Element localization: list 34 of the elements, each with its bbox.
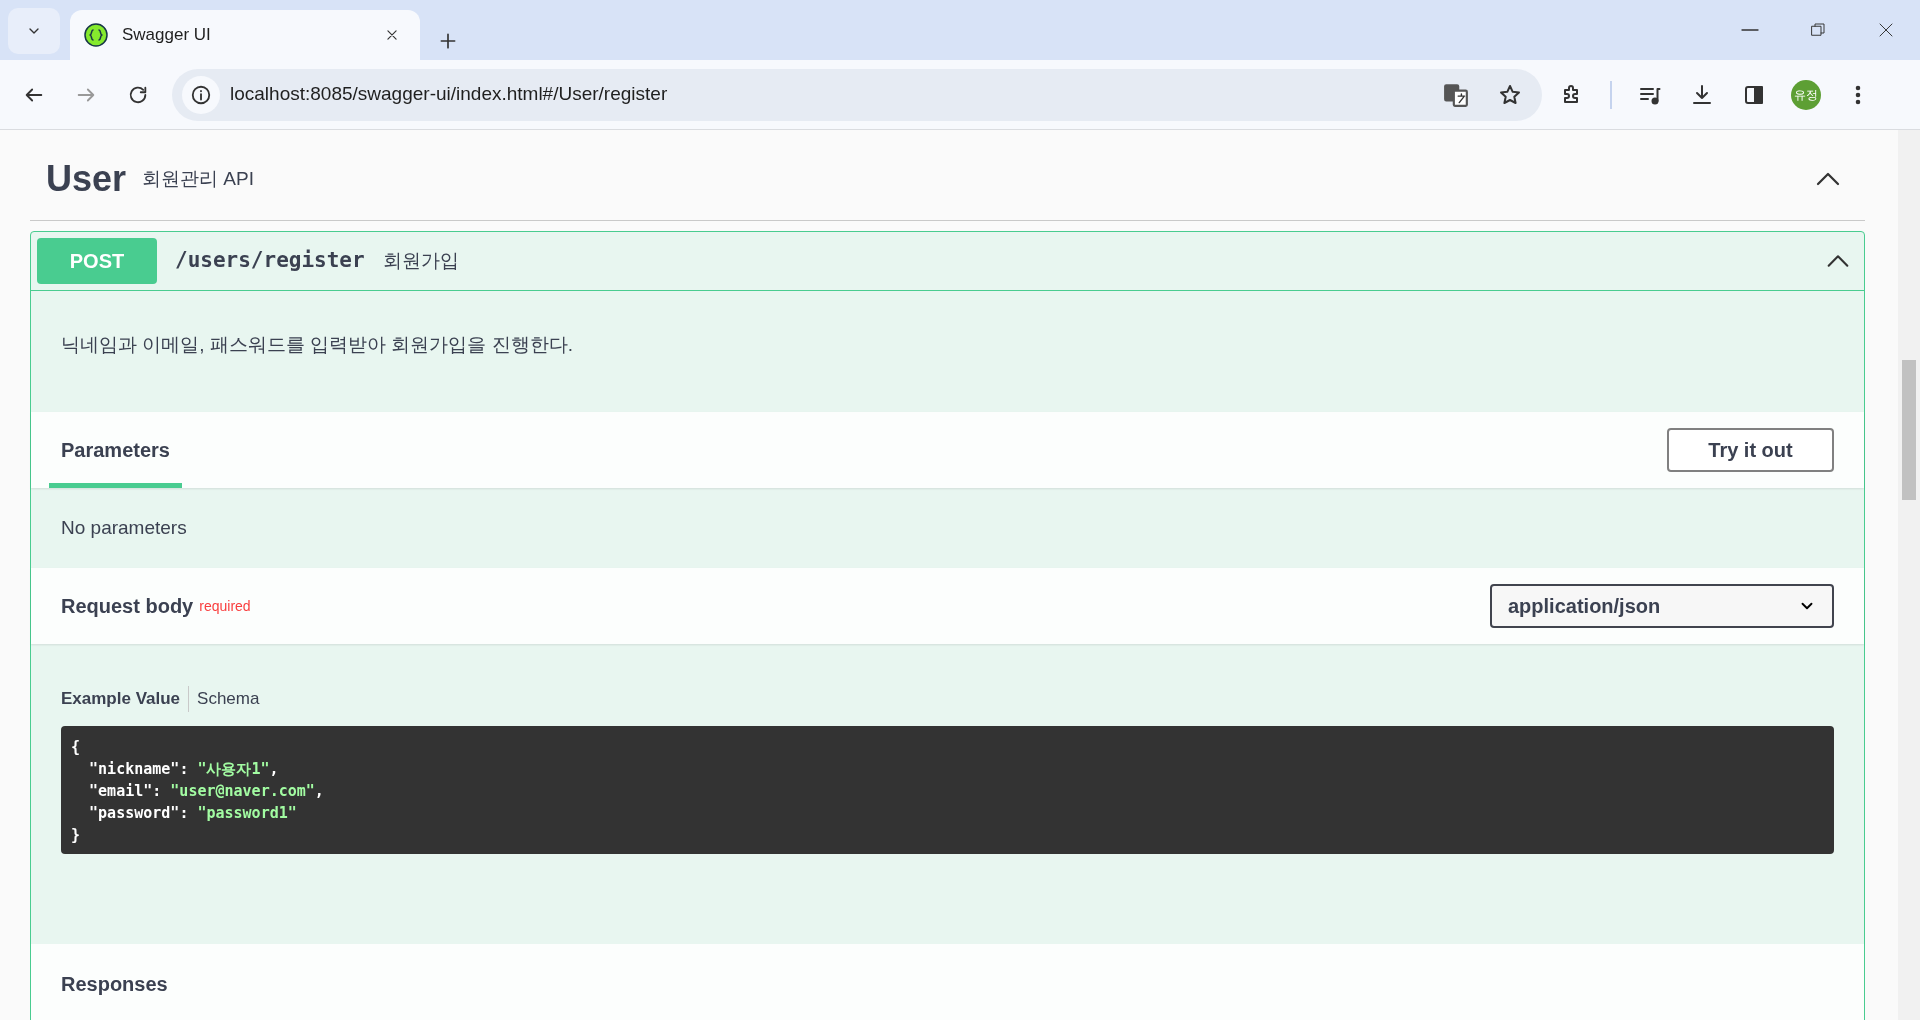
- code-line: {: [71, 736, 81, 758]
- code-line: "password": "password1": [88, 802, 297, 824]
- required-label: required: [199, 597, 251, 616]
- scrollbar[interactable]: [1898, 130, 1920, 1020]
- star-icon: [1498, 82, 1522, 107]
- example-tab[interactable]: Schema: [189, 686, 268, 712]
- endpoint-path: /users/register: [175, 247, 365, 275]
- try-it-out-button[interactable]: Try it out: [1667, 427, 1834, 472]
- code-line: "email": "user@naver.com",: [88, 780, 324, 802]
- code-line: "nickname": "사용자1",: [88, 758, 279, 780]
- close-icon: [1877, 21, 1895, 39]
- code-line: }: [71, 824, 81, 846]
- parameters-tab[interactable]: Parameters: [49, 411, 182, 488]
- content-type-select[interactable]: application/json: [1490, 584, 1834, 628]
- example-tab[interactable]: Example Value: [61, 686, 190, 712]
- tag-description: 회원관리 API: [142, 166, 254, 191]
- endpoint-description: 닉네임과 이메일, 패스워드를 입력받아 회원가입을 진행한다.: [60, 333, 574, 357]
- method-badge: POST: [37, 238, 157, 284]
- download-icon: [1690, 82, 1714, 107]
- browser-tab[interactable]: Swagger UI: [70, 10, 420, 60]
- address-bar[interactable]: localhost:8085/swagger-ui/index.html#/User/register: [172, 68, 1542, 121]
- endpoint-summary: 회원가입: [382, 248, 459, 273]
- minimize-icon: [1741, 29, 1759, 31]
- close-icon: [385, 28, 399, 42]
- site-info-button[interactable]: [182, 75, 220, 114]
- request-body-title: Request body: [61, 594, 194, 619]
- info-icon: [190, 83, 212, 106]
- more-vertical-icon: [1855, 84, 1861, 105]
- tag-title: User: [46, 157, 127, 201]
- no-parameters-text: No parameters: [60, 515, 188, 540]
- swagger-logo-icon: [84, 23, 108, 47]
- translate-icon: [1443, 81, 1469, 108]
- responses-title: Responses: [61, 971, 168, 997]
- restore-icon: [1809, 21, 1827, 39]
